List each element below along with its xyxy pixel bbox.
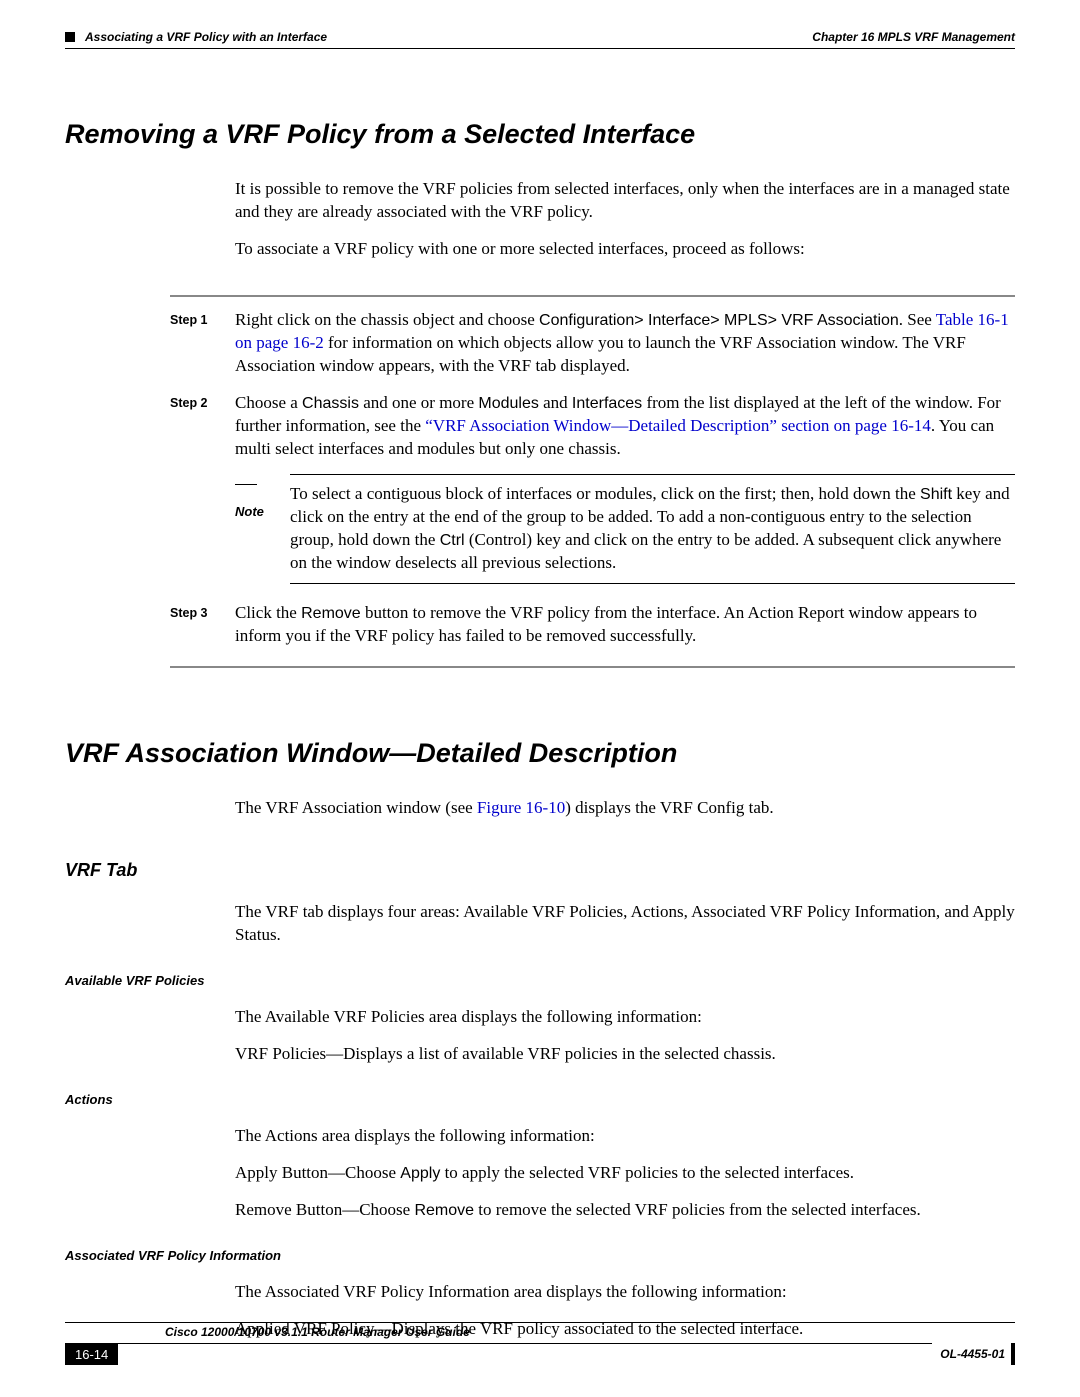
footer-rule bbox=[65, 1322, 1015, 1323]
text: ) displays the VRF Config tab. bbox=[565, 798, 773, 817]
text: Remove Button—Choose bbox=[235, 1200, 414, 1219]
step-body: Click the Remove button to remove the VR… bbox=[235, 602, 1015, 648]
step-label: Step 1 bbox=[170, 309, 235, 378]
xref-link[interactable]: “VRF Association Window—Detailed Descrip… bbox=[425, 416, 931, 435]
step-1: Step 1 Right click on the chassis object… bbox=[170, 309, 1015, 378]
ui-term: Chassis bbox=[302, 395, 359, 412]
note-rule-top bbox=[290, 474, 1015, 475]
note-tick bbox=[235, 484, 257, 485]
text: The VRF Association window (see bbox=[235, 798, 477, 817]
key-name: Ctrl bbox=[440, 532, 465, 549]
paragraph: The Associated VRF Policy Information ar… bbox=[235, 1281, 1015, 1304]
paragraph: The Actions area displays the following … bbox=[235, 1125, 1015, 1148]
text: and bbox=[539, 393, 572, 412]
paragraph: The VRF Association window (see Figure 1… bbox=[235, 797, 1015, 820]
paragraph: Remove Button—Choose Remove to remove th… bbox=[235, 1199, 1015, 1222]
ui-path: Configuration> Interface> MPLS> VRF Asso… bbox=[539, 312, 899, 329]
ui-term: Modules bbox=[478, 395, 538, 412]
xref-link[interactable]: Figure 16-10 bbox=[477, 798, 565, 817]
steps-bottom-rule bbox=[170, 666, 1015, 668]
paragraph: VRF Policies—Displays a list of availabl… bbox=[235, 1043, 1015, 1066]
step-2: Step 2 Choose a Chassis and one or more … bbox=[170, 392, 1015, 461]
text: Click the bbox=[235, 603, 301, 622]
step-label: Step 3 bbox=[170, 602, 235, 648]
text: for information on which objects allow y… bbox=[235, 333, 966, 375]
heading-actions: Actions bbox=[65, 1092, 1015, 1107]
step-body: Choose a Chassis and one or more Modules… bbox=[235, 392, 1015, 461]
ui-button-name: Remove bbox=[414, 1202, 474, 1219]
steps-top-rule bbox=[170, 295, 1015, 297]
step-3: Step 3 Click the Remove button to remove… bbox=[170, 602, 1015, 648]
page-header: Associating a VRF Policy with an Interfa… bbox=[65, 30, 1015, 44]
text: to apply the selected VRF policies to th… bbox=[440, 1163, 854, 1182]
footer-doc-id: OL-4455-01 bbox=[932, 1343, 1005, 1365]
step-label: Step 2 bbox=[170, 392, 235, 461]
ui-button-name: Remove bbox=[301, 605, 361, 622]
text: Right click on the chassis object and ch… bbox=[235, 310, 539, 329]
header-square-icon bbox=[65, 32, 75, 42]
step-body: Right click on the chassis object and ch… bbox=[235, 309, 1015, 378]
note-rule-bottom bbox=[290, 583, 1015, 584]
heading-associated-vrf-policy-info: Associated VRF Policy Information bbox=[65, 1248, 1015, 1263]
header-rule bbox=[65, 48, 1015, 49]
header-chapter: Chapter 16 MPLS VRF Management bbox=[812, 30, 1015, 44]
note-label: Note bbox=[235, 504, 264, 519]
footer-book-title: Cisco 12000/10700 v3.1.1 Router Manager … bbox=[165, 1325, 1015, 1339]
header-section: Associating a VRF Policy with an Interfa… bbox=[85, 30, 327, 44]
text: . See bbox=[899, 310, 936, 329]
paragraph: It is possible to remove the VRF policie… bbox=[235, 178, 1015, 224]
text: To select a contiguous block of interfac… bbox=[290, 484, 920, 503]
paragraph: The VRF tab displays four areas: Availab… bbox=[235, 901, 1015, 947]
ui-term: Interfaces bbox=[572, 395, 642, 412]
text: Choose a bbox=[235, 393, 302, 412]
key-name: Shift bbox=[920, 486, 952, 503]
paragraph: The Available VRF Policies area displays… bbox=[235, 1006, 1015, 1029]
ui-button-name: Apply bbox=[400, 1165, 440, 1182]
footer-end-bar-icon bbox=[1011, 1343, 1015, 1365]
heading-vrf-association-window: VRF Association Window—Detailed Descript… bbox=[65, 738, 1015, 769]
heading-available-vrf-policies: Available VRF Policies bbox=[65, 973, 1015, 988]
text: and one or more bbox=[359, 393, 478, 412]
note-block: Note To select a contiguous block of int… bbox=[235, 474, 1015, 584]
text: to remove the selected VRF policies from… bbox=[474, 1200, 921, 1219]
heading-vrf-tab: VRF Tab bbox=[65, 860, 1015, 881]
page-footer: Cisco 12000/10700 v3.1.1 Router Manager … bbox=[65, 1322, 1015, 1365]
paragraph: To associate a VRF policy with one or mo… bbox=[235, 238, 1015, 261]
page-number: 16-14 bbox=[65, 1343, 118, 1365]
text: Apply Button—Choose bbox=[235, 1163, 400, 1182]
paragraph: Apply Button—Choose Apply to apply the s… bbox=[235, 1162, 1015, 1185]
heading-removing-vrf: Removing a VRF Policy from a Selected In… bbox=[65, 119, 1015, 150]
